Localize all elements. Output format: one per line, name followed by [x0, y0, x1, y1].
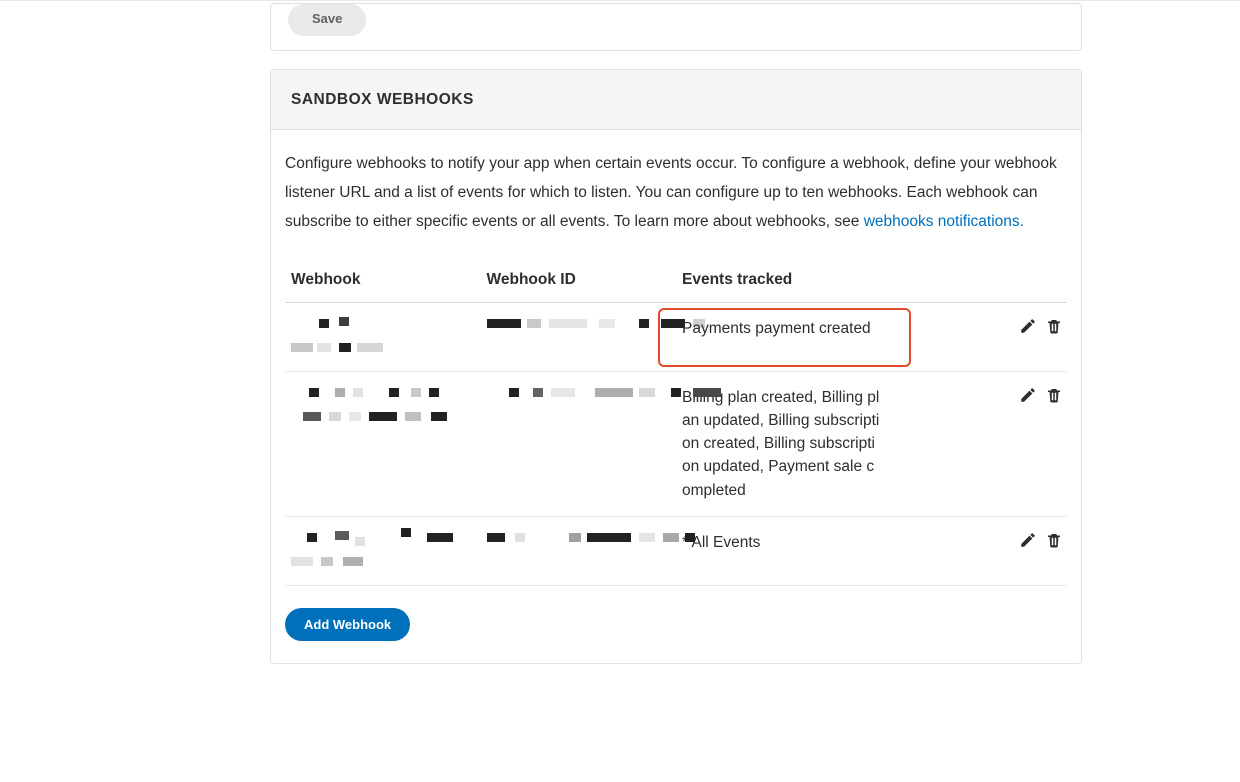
edit-icon[interactable] [1019, 386, 1037, 404]
webhook-url-cell [285, 516, 481, 585]
redacted-webhook-id [487, 317, 671, 331]
webhooks-table: Webhook Webhook ID Events tracked [285, 256, 1067, 586]
webhook-id-cell [481, 302, 677, 371]
col-header-events-tracked: Events tracked [676, 256, 887, 302]
save-button[interactable]: Save [288, 4, 366, 36]
edit-icon[interactable] [1019, 317, 1037, 335]
add-webhook-button[interactable]: Add Webhook [285, 608, 410, 641]
webhooks-notifications-link[interactable]: webhooks notifications. [864, 213, 1024, 230]
edit-icon[interactable] [1019, 531, 1037, 549]
webhooks-description: Configure webhooks to notify your app wh… [285, 150, 1067, 236]
sandbox-webhooks-card: SANDBOX WEBHOOKS Configure webhooks to n… [270, 69, 1082, 664]
row-actions [887, 516, 1067, 585]
col-header-webhook: Webhook [285, 256, 481, 302]
webhook-id-cell [481, 371, 677, 516]
redacted-webhook-id [487, 386, 671, 400]
col-header-webhook-id: Webhook ID [481, 256, 677, 302]
redacted-webhook-url [291, 386, 475, 426]
card-header: SANDBOX WEBHOOKS [271, 70, 1081, 130]
row-actions [887, 302, 1067, 371]
table-row: * All Events [285, 516, 1067, 585]
events-tracked-cell: Payments payment created [676, 302, 887, 371]
webhook-url-cell [285, 302, 481, 371]
webhook-url-cell [285, 371, 481, 516]
trash-icon[interactable] [1045, 531, 1063, 549]
top-settings-card: Save [270, 3, 1082, 51]
card-body: Configure webhooks to notify your app wh… [271, 130, 1081, 663]
trash-icon[interactable] [1045, 317, 1063, 335]
row-actions [887, 371, 1067, 516]
table-row: Billing plan created, Billing plan updat… [285, 371, 1067, 516]
webhook-id-cell [481, 516, 677, 585]
card-header-title: SANDBOX WEBHOOKS [291, 88, 1061, 111]
events-tracked-cell: * All Events [676, 516, 887, 585]
redacted-webhook-url [291, 531, 475, 571]
redacted-webhook-id [487, 531, 671, 545]
col-header-actions [887, 256, 1067, 302]
table-row: Payments payment created [285, 302, 1067, 371]
trash-icon[interactable] [1045, 386, 1063, 404]
redacted-webhook-url [291, 317, 475, 357]
